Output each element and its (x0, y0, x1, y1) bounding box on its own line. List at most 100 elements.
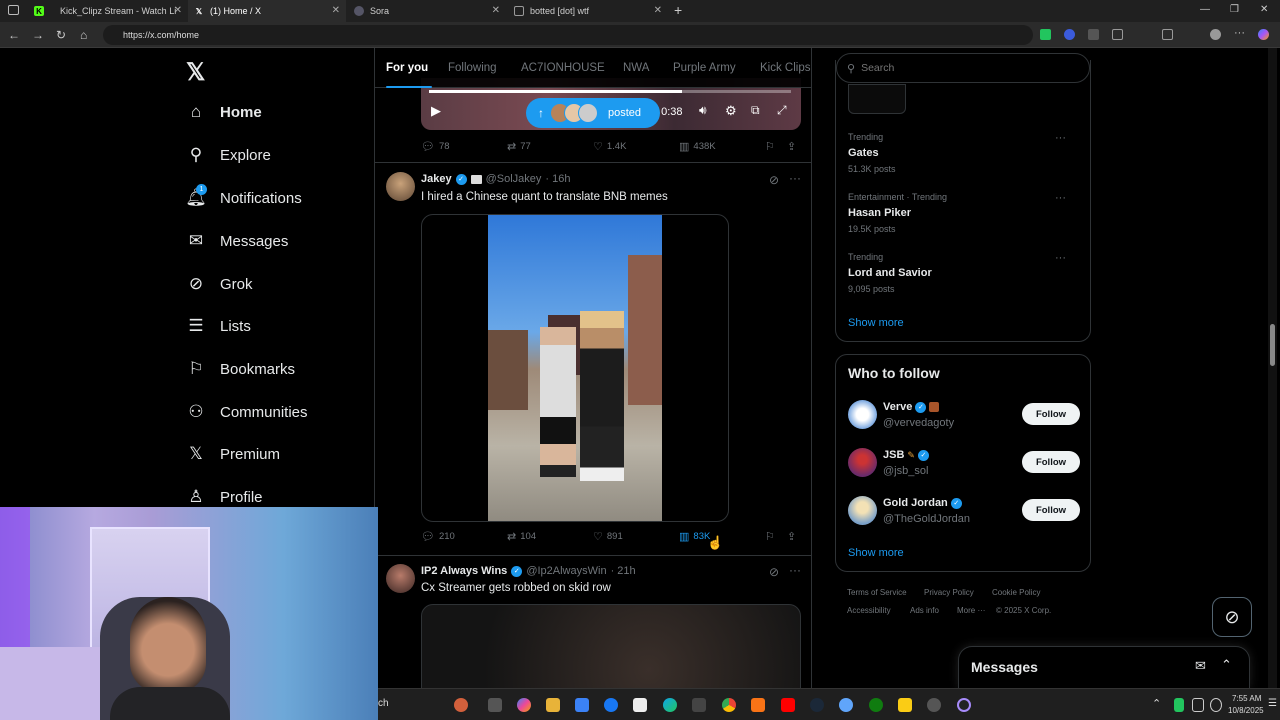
video-progress-bar[interactable] (429, 90, 791, 93)
close-tab-icon[interactable]: ✕ (174, 5, 182, 16)
taskbar-widget-icon[interactable] (454, 698, 468, 712)
back-icon[interactable]: ← (8, 28, 20, 42)
repost-button[interactable]: ⇄ 104 (507, 530, 536, 543)
nav-lists[interactable]: ☰ Lists (186, 316, 250, 336)
nav-bookmarks[interactable]: ⚐ Bookmarks (186, 359, 295, 379)
amazon-icon[interactable] (633, 698, 647, 712)
trend-item[interactable]: Entertainment · Trending Hasan Piker 19.… (848, 192, 1078, 234)
repost-button[interactable]: ⇄ 77 (507, 140, 531, 153)
who-to-follow-show-more-link[interactable]: Show more (848, 547, 904, 559)
extension-gray-icon[interactable] (1112, 29, 1123, 40)
steam-icon[interactable] (810, 698, 824, 712)
footer-link-cookie[interactable]: Cookie Policy (992, 588, 1040, 597)
more-icon[interactable]: ··· (1055, 192, 1066, 204)
trend-item[interactable]: Trending Gates 51.3K posts ··· (848, 132, 1078, 174)
browser-tab-sora[interactable]: Sora ✕ (348, 0, 506, 22)
reply-button[interactable]: 💬︎ 210 (421, 530, 455, 543)
new-tab-button[interactable]: + (674, 2, 682, 18)
calculator-icon[interactable] (692, 698, 706, 712)
tray-network-icon[interactable] (1192, 698, 1204, 712)
app-red-icon[interactable] (927, 698, 941, 712)
follow-suggestion[interactable]: JSB ✎ ✓ @jsb_sol Follow (848, 447, 1080, 483)
like-button[interactable]: ♡ 891 (593, 530, 623, 543)
extension-s-icon[interactable] (1088, 29, 1099, 40)
bookmark-post-button[interactable]: ⚐ (765, 140, 775, 153)
file-explorer-icon[interactable] (546, 698, 560, 712)
youtube-icon[interactable] (781, 698, 795, 712)
close-tab-icon[interactable]: ✕ (332, 5, 340, 16)
copilot-icon[interactable] (1258, 29, 1269, 40)
more-icon[interactable]: ··· (789, 171, 801, 185)
store-icon[interactable] (575, 698, 589, 712)
follow-button[interactable]: Follow (1022, 451, 1080, 473)
nav-explore[interactable]: ⚲ Explore (186, 145, 271, 165)
volume-icon[interactable]: 🔊︎ (699, 103, 707, 118)
copilot-taskbar-icon[interactable] (517, 698, 531, 712)
nav-premium[interactable]: 𝕏 Premium (186, 444, 280, 464)
compose-message-icon[interactable]: ✉ (1195, 658, 1206, 674)
obs-icon[interactable] (957, 698, 971, 712)
reply-button[interactable]: 💬︎ 78 (421, 140, 450, 153)
more-icon[interactable]: ··· (789, 563, 801, 577)
page-scrollbar[interactable] (1268, 48, 1277, 688)
close-tab-icon[interactable]: ✕ (654, 5, 662, 16)
avatar[interactable] (386, 172, 415, 201)
trends-show-more-link[interactable]: Show more (848, 317, 904, 329)
new-posts-pill[interactable]: ↑ posted (526, 98, 660, 128)
tab-purple-army[interactable]: Purple Army (673, 62, 736, 74)
grok-icon[interactable]: ⊘ (769, 565, 779, 579)
taskbar-date[interactable]: 10/8/2025 (1228, 706, 1264, 715)
minimize-icon[interactable]: — (1200, 4, 1210, 15)
follow-suggestion[interactable]: Gold Jordan ✓ @TheGoldJordan Follow (848, 495, 1080, 531)
tray-mic-icon[interactable] (1174, 698, 1184, 712)
messages-drawer[interactable]: Messages ✉ ⌃ (958, 646, 1250, 688)
browser-tab-x-home[interactable]: 𝕏 (1) Home / X ✕ (188, 0, 346, 22)
nav-profile[interactable]: ♙ Profile (186, 487, 262, 507)
sticky-notes-icon[interactable] (898, 698, 912, 712)
menu-dots-icon[interactable]: ··· (1234, 27, 1245, 39)
facebook-icon[interactable] (604, 698, 618, 712)
trend-item[interactable]: Trending Lord and Savior 9,095 posts ··· (848, 252, 1078, 294)
profile-avatar-icon[interactable] (1210, 29, 1221, 40)
tab-for-you[interactable]: For you (386, 62, 428, 74)
bookmark-post-button[interactable]: ⚐ (765, 530, 775, 543)
chrome-icon[interactable] (722, 698, 736, 712)
tab-actions-icon[interactable] (8, 5, 19, 15)
x-logo-icon[interactable]: 𝕏 (186, 58, 205, 87)
avatar[interactable] (848, 496, 877, 525)
post-ip2[interactable]: IP2 Always Wins ✓ @Ip2AlwaysWin · 21h ⊘ … (375, 556, 811, 688)
post-photo[interactable] (488, 215, 662, 521)
author-handle[interactable]: @Ip2AlwaysWin (526, 565, 606, 577)
share-button[interactable]: ⇪ (787, 530, 796, 543)
follow-button[interactable]: Follow (1022, 403, 1080, 425)
tab-ac7ionhouse[interactable]: AC7IONHOUSE (521, 62, 605, 74)
extension-blue-icon[interactable] (1064, 29, 1075, 40)
settings-icon[interactable]: ⚙ (725, 103, 737, 119)
pip-icon[interactable]: ⧉ (751, 103, 760, 118)
footer-link-more[interactable]: More ··· (957, 606, 985, 615)
follow-button[interactable]: Follow (1022, 499, 1080, 521)
post-media[interactable] (421, 604, 801, 688)
more-icon[interactable]: ··· (1055, 252, 1066, 264)
task-view-icon[interactable] (488, 698, 502, 712)
forward-icon[interactable]: → (32, 28, 44, 42)
app-orange-icon[interactable] (751, 698, 765, 712)
tab-following[interactable]: Following (448, 62, 497, 74)
play-icon[interactable]: ▶ (431, 103, 441, 119)
tab-nwa[interactable]: NWA (623, 62, 649, 74)
post-jakey[interactable]: Jakey ✓ @SolJakey · 16h ⊘ ··· I hired a … (375, 163, 811, 555)
favorites-icon[interactable] (1162, 29, 1173, 40)
share-button[interactable]: ⇪ (787, 140, 796, 153)
avatar[interactable] (848, 400, 877, 429)
tab-kick-clips[interactable]: Kick Clips (760, 62, 810, 74)
nav-notifications[interactable]: 🔔︎ 1 Notifications (185, 184, 302, 208)
taskbar-search-text[interactable]: ch (378, 698, 389, 709)
avatar[interactable] (848, 448, 877, 477)
address-bar[interactable]: https://x.com/home (103, 25, 1033, 45)
footer-link-accessibility[interactable]: Accessibility (847, 606, 891, 615)
xbox-icon[interactable] (869, 698, 883, 712)
follow-suggestion[interactable]: Verve ✓ @vervedagoty Follow (848, 399, 1080, 435)
views-button[interactable]: ▥ 83K (679, 530, 710, 543)
tray-volume-icon[interactable] (1210, 698, 1222, 712)
notification-center-icon[interactable]: ☰ (1268, 698, 1277, 709)
